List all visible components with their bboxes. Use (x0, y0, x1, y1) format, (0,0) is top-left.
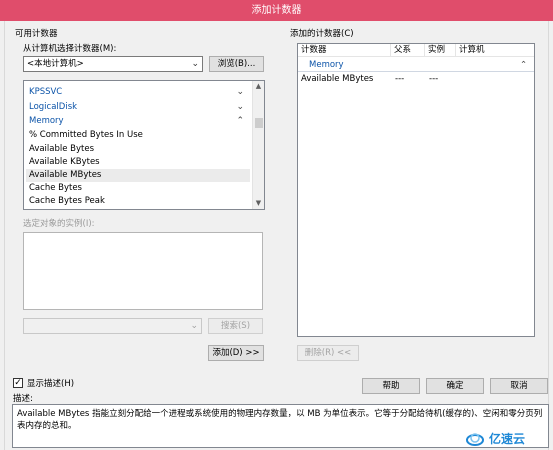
cloud-logo-icon (466, 433, 484, 446)
ok-button[interactable]: 确定 (426, 378, 484, 394)
added-counter-parent: --- (395, 74, 405, 84)
remove-counter-button[interactable]: 删除(R) << (297, 345, 359, 361)
available-counters-section-label: 可用计数器 (15, 29, 58, 39)
counter-list-scrollbar[interactable]: ▲ ▼ (252, 81, 264, 209)
counter-item[interactable]: Cache Bytes Peak (26, 195, 250, 208)
watermark-logo: 亿速云 (463, 429, 549, 448)
cancel-button[interactable]: 取消 (490, 378, 548, 394)
added-counter-name: Available MBytes (301, 74, 374, 84)
object-item-logicaldisk[interactable]: LogicalDisk ⌄ (26, 101, 248, 114)
column-header-counter[interactable]: 计数器 (298, 44, 391, 57)
counter-list[interactable]: KPSSVC ⌄ LogicalDisk ⌄ Memory ⌃ % Commit… (23, 80, 265, 210)
window-title: 添加计数器 (251, 5, 302, 16)
added-counters-header: 计数器 父系 实例 计算机 (298, 44, 534, 57)
instances-list[interactable] (23, 232, 263, 310)
window-title-bar: 添加计数器 (0, 0, 553, 21)
computer-select-label: 从计算机选择计数器(M): (23, 44, 117, 54)
object-item-kpssvc[interactable]: KPSSVC ⌄ (26, 86, 248, 99)
scroll-up-arrow-icon[interactable]: ▲ (253, 81, 264, 92)
dialog-client-area: 可用计数器 从计算机选择计数器(M): <本地计算机> ⌄ 浏览(B)... K… (4, 21, 549, 450)
browse-button[interactable]: 浏览(B)... (209, 56, 264, 72)
counter-item[interactable]: Available KBytes (26, 156, 250, 169)
chevron-down-icon[interactable]: ⌄ (236, 86, 244, 99)
chevron-down-icon: ⌄ (191, 59, 199, 69)
object-item-memory[interactable]: Memory ⌃ (26, 115, 248, 128)
scrollbar-thumb[interactable] (255, 118, 263, 128)
computer-select-value: <本地计算机> (27, 59, 84, 69)
counter-item[interactable]: Available Bytes (26, 143, 250, 156)
help-button[interactable]: 帮助 (362, 378, 420, 394)
description-label: 描述: (13, 394, 33, 404)
instance-search-combo[interactable]: ⌄ (23, 318, 202, 334)
added-counters-list[interactable]: 计数器 父系 实例 计算机 Memory ⌃ Available MBytes … (297, 43, 535, 337)
object-item-label: KPSSVC (29, 87, 63, 97)
search-button[interactable]: 搜索(S) (208, 318, 263, 334)
chevron-down-icon[interactable]: ⌄ (236, 101, 244, 114)
checkmark-icon: ✓ (14, 378, 22, 388)
add-counter-button[interactable]: 添加(D) >> (208, 345, 264, 361)
description-text: Available MBytes 指能立刻分配给一个进程或系统使用的物理内存数量… (17, 409, 543, 431)
added-counters-section-label: 添加的计数器(C) (290, 29, 354, 39)
counter-item[interactable]: % Committed Bytes In Use (26, 129, 250, 142)
column-header-instance[interactable]: 实例 (425, 44, 456, 57)
added-counter-instance: --- (429, 74, 439, 84)
table-row[interactable]: Available MBytes --- --- (298, 73, 534, 86)
counter-item-selected[interactable]: Available MBytes (26, 169, 250, 182)
counter-group-row[interactable]: Memory ⌃ (298, 59, 534, 72)
column-header-parent[interactable]: 父系 (391, 44, 425, 57)
computer-select[interactable]: <本地计算机> ⌄ (23, 56, 203, 72)
show-description-label[interactable]: 显示描述(H) (27, 377, 74, 389)
object-item-label: Memory (29, 116, 64, 126)
show-description-checkbox[interactable]: ✓ (13, 378, 23, 388)
counter-group-label: Memory (309, 60, 344, 70)
watermark-text: 亿速云 (489, 432, 526, 446)
instances-label: 选定对象的实例(I): (23, 219, 95, 229)
scroll-down-arrow-icon[interactable]: ▼ (253, 198, 264, 209)
chevron-up-icon[interactable]: ⌃ (520, 59, 527, 72)
counter-item[interactable]: Cache Bytes (26, 182, 250, 195)
column-header-computer[interactable]: 计算机 (456, 44, 534, 57)
object-item-label: LogicalDisk (29, 102, 78, 112)
chevron-up-icon[interactable]: ⌃ (236, 115, 244, 128)
chevron-down-icon: ⌄ (190, 321, 198, 331)
